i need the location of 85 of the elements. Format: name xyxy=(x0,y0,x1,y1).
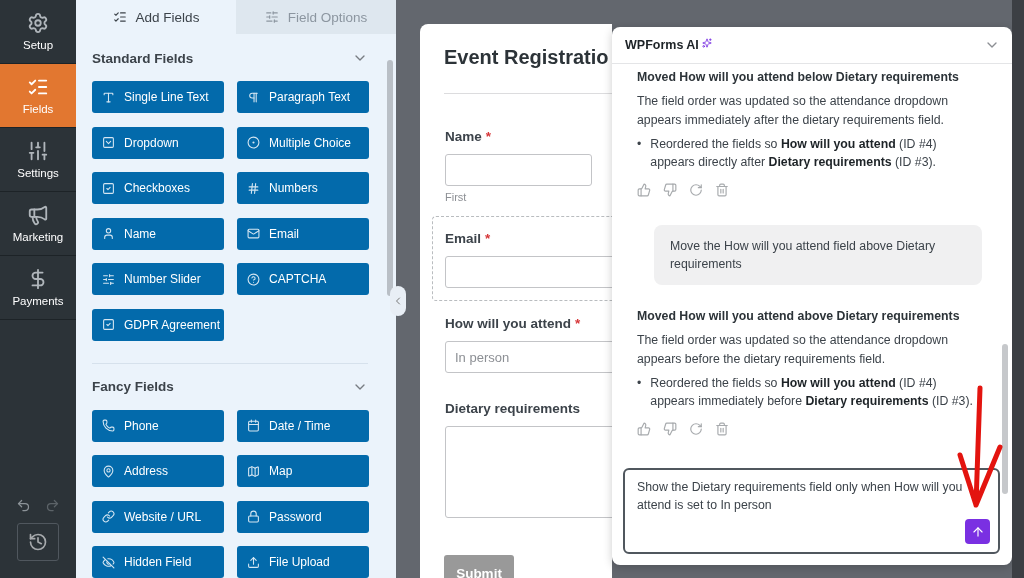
field-button[interactable]: Phone xyxy=(92,409,224,442)
message-bullet: Reordered the fields so How will you attend (ID #4) appears directly after Dietary requirements (ID #3). xyxy=(650,136,938,171)
link-icon xyxy=(102,510,115,523)
first-name-input[interactable] xyxy=(445,154,592,186)
field-button[interactable]: Hidden Field xyxy=(92,546,224,578)
form-title: Event Registratio xyxy=(444,46,610,69)
field-button[interactable]: Email xyxy=(237,217,369,250)
field-label: Email * xyxy=(445,231,492,246)
field-button[interactable]: File Upload xyxy=(237,546,369,578)
message-title: Moved How will you attend below Dietary requirements xyxy=(637,70,960,84)
field-label: Dietary requirements xyxy=(445,401,582,416)
sublabel: First xyxy=(445,191,468,203)
sliders-icon xyxy=(102,272,115,286)
field-button[interactable]: Checkboxes xyxy=(92,172,224,204)
message-text: The field order was updated so the attendance dropdown appears before the dietary requirements field. xyxy=(637,332,950,368)
scrollbar[interactable] xyxy=(387,60,393,296)
thumbs-up-icon[interactable] xyxy=(637,422,651,436)
bullet-mark: • xyxy=(637,375,642,392)
sliders-icon xyxy=(264,10,279,24)
email-input[interactable] xyxy=(445,256,612,288)
pilcrow-icon xyxy=(247,90,260,104)
thumbs-down-icon[interactable] xyxy=(663,183,677,197)
history-button[interactable] xyxy=(17,523,59,561)
question-icon xyxy=(247,272,260,286)
required-mark: * xyxy=(485,231,491,246)
required-mark: * xyxy=(575,316,581,331)
megaphone-icon xyxy=(27,204,49,226)
eye-slash-icon xyxy=(102,555,115,569)
field-label: Name * xyxy=(445,129,493,144)
gear-icon xyxy=(27,12,49,34)
sliders-icon xyxy=(27,140,49,162)
map-icon xyxy=(247,464,260,478)
radio-icon xyxy=(247,136,260,149)
person-icon xyxy=(102,227,115,240)
user-message: Move the How will you attend field above Dietary requirements xyxy=(654,225,982,285)
list-icon xyxy=(112,10,127,24)
upload-icon xyxy=(247,555,260,569)
dropdown-icon xyxy=(102,136,115,149)
field-button[interactable]: Dropdown xyxy=(92,126,224,159)
field-button[interactable]: Password xyxy=(237,500,369,533)
lock-icon xyxy=(247,510,260,523)
refresh-icon[interactable] xyxy=(689,183,703,197)
collapse-handle[interactable] xyxy=(390,286,406,316)
phone-icon xyxy=(102,419,115,432)
calendar-icon xyxy=(247,419,260,432)
chat-input[interactable]: Show the Dietary requirements field only when How will you attend is set to In person xyxy=(623,468,1000,554)
nav-item[interactable]: Fields xyxy=(0,64,76,128)
message-bullet: Reordered the fields so How will you attend (ID #4) appears immediately before Dietary requirements (ID #3). xyxy=(650,375,974,410)
thumbs-up-icon[interactable] xyxy=(637,183,651,197)
field-button[interactable]: Name xyxy=(92,217,224,250)
pin-icon xyxy=(102,464,115,478)
panel-title: WPForms AI xyxy=(625,38,699,52)
field-button[interactable]: Numbers xyxy=(237,172,369,204)
refresh-icon[interactable] xyxy=(689,422,703,436)
field-button[interactable]: Multiple Choice xyxy=(237,126,369,159)
checkbox-icon xyxy=(102,181,115,195)
scrollbar[interactable] xyxy=(1002,344,1008,494)
field-button[interactable]: GDPR Agreement xyxy=(92,308,224,341)
message-title: Moved How will you attend above Dietary requirements xyxy=(637,309,961,323)
field-button[interactable]: CAPTCHA xyxy=(237,263,369,295)
field-button[interactable]: Single Line Text xyxy=(92,81,224,113)
hash-icon xyxy=(247,181,260,195)
required-mark: * xyxy=(485,129,492,144)
field-button[interactable]: Address xyxy=(92,455,224,487)
field-button[interactable]: Date / Time xyxy=(237,409,369,442)
trash-icon[interactable] xyxy=(715,422,729,436)
history-icon xyxy=(28,532,48,552)
field-button[interactable]: Website / URL xyxy=(92,500,224,533)
envelope-icon xyxy=(247,227,260,240)
trash-icon[interactable] xyxy=(715,183,729,197)
field-button[interactable]: Number Slider xyxy=(92,263,224,295)
thumbs-down-icon[interactable] xyxy=(663,422,677,436)
message-text: The field order was updated so the attendance dropdown appears immediately after the dietary requirements field. xyxy=(637,93,950,129)
group-title: Fancy Fields xyxy=(92,379,174,394)
undo-icon[interactable] xyxy=(16,498,31,513)
redo-icon[interactable] xyxy=(45,498,60,513)
field-button[interactable]: Paragraph Text xyxy=(237,81,369,113)
field-label: How will you attend * xyxy=(445,316,582,331)
group-title: Standard Fields xyxy=(92,50,194,66)
checkbox-icon xyxy=(102,318,115,331)
text-cursor-icon xyxy=(102,90,115,104)
field-button[interactable]: Map xyxy=(237,455,369,487)
sparkle-icon xyxy=(701,38,712,48)
bullet-mark: • xyxy=(637,136,642,153)
send-button[interactable] xyxy=(965,519,990,544)
